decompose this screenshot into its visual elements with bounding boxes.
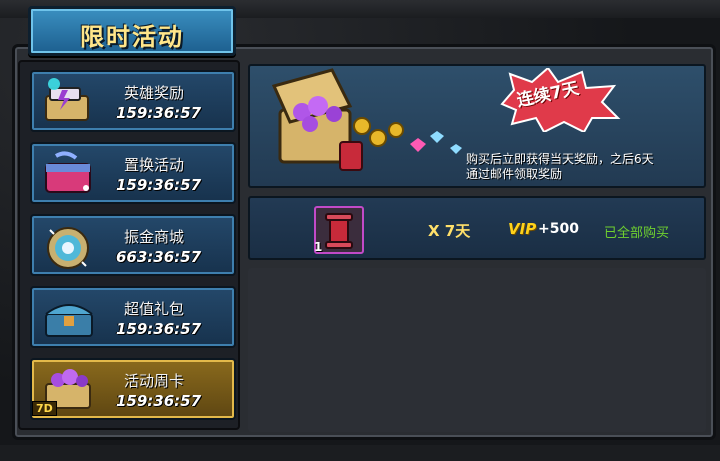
item-count: 1 [314,240,323,254]
tab-hero-reward[interactable]: 英雄奖励 159:36:57 [30,70,236,132]
window-title: 限时活动 [80,23,184,51]
banner-line-2: 通过邮件领取奖励 [466,167,563,181]
tab-label: 超值礼包 [124,300,185,318]
tab-timer: 663:36:57 [116,248,202,266]
content-empty-area [248,268,706,432]
tab-label: 活动周卡 [124,372,185,390]
tab-vibranium-shop[interactable]: 振金商城 663:36:57 [30,214,236,276]
vip-points: +500 [538,221,579,237]
activity-sidebar: 英雄奖励 159:36:57 置换活动 159:36:57 振金商城 663:3… [18,60,240,430]
tab-timer: 159:36:57 [116,320,202,338]
tab-timer: 159:36:57 [116,104,202,122]
tab-weekly-card[interactable]: 7D 活动周卡 159:36:57 [30,358,236,420]
vip-icon: VIP [508,220,537,238]
tab-exchange[interactable]: 置换活动 159:36:57 [30,142,236,204]
treasure-chest-illustration [271,68,462,171]
weekly-card-banner: 连续7天 购买后立即获得当天奖励，之后6天 通过邮件领取奖励 [248,64,706,188]
banner-line-1: 购买后立即获得当天奖励，之后6天 [466,152,654,166]
days-multiplier: X 7天 [428,222,471,240]
tab-value-pack[interactable]: 超值礼包 159:36:57 [30,286,236,348]
title-banner: 限时活动 [28,6,236,56]
tab-timer: 159:36:57 [116,176,202,194]
banner-description: 购买后立即获得当天奖励，之后6天 通过邮件领取奖励 [466,152,654,182]
seven-day-badge: 7D [32,401,57,416]
tab-timer: 159:36:57 [116,392,202,410]
purchase-status: 已全部购买 [604,226,670,241]
hero-chest-icon [45,78,89,121]
scroll-item-icon [325,213,353,249]
reward-row: 1 X 7天 VIP +500 已全部购买 [248,196,706,260]
tab-label: 置换活动 [124,156,185,174]
tab-label: 振金商城 [124,228,185,246]
vibranium-shield-icon [47,227,89,269]
tab-label: 英雄奖励 [124,84,185,102]
gift-chest-icon [45,304,93,337]
bottom-hud-strip [0,445,720,461]
exchange-box-icon [45,151,91,193]
